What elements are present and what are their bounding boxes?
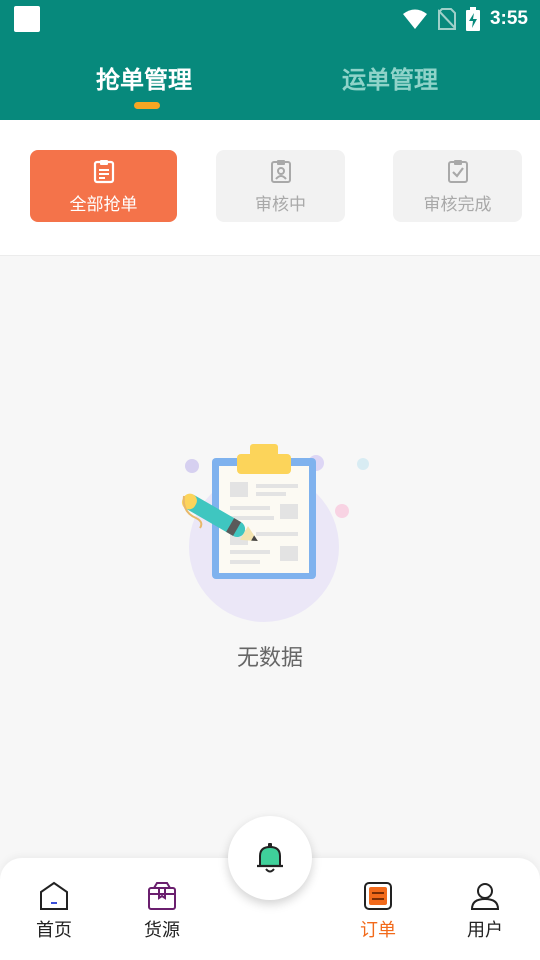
nav-orders[interactable]: 订单 xyxy=(333,880,423,942)
tab-indicator xyxy=(134,102,160,109)
clipboard-pen-illustration xyxy=(181,444,369,622)
nav-user-label: 用户 xyxy=(467,920,503,941)
app-icon xyxy=(14,6,40,32)
nav-goods-label: 货源 xyxy=(144,920,180,941)
bell-icon xyxy=(257,843,283,873)
nav-home[interactable]: 首页 xyxy=(9,880,99,942)
clipboard-user-icon xyxy=(270,159,291,183)
filter-reviewed-label: 审核完成 xyxy=(423,194,492,215)
home-icon xyxy=(40,881,68,910)
filter-reviewing-button[interactable]: 审核中 xyxy=(216,150,345,222)
no-sim-icon xyxy=(437,8,456,30)
status-bar: 3:55 xyxy=(0,0,540,38)
filter-all-label: 全部抢单 xyxy=(69,194,138,215)
filter-all-button[interactable]: 全部抢单 xyxy=(30,150,177,222)
tab-waybills[interactable]: 运单管理 xyxy=(342,60,438,95)
status-time: 3:55 xyxy=(489,8,528,29)
nav-orders-label: 订单 xyxy=(360,920,396,941)
header: 抢单管理 运单管理 xyxy=(0,38,540,120)
clipboard-check-icon xyxy=(447,159,468,183)
nav-home-label: 首页 xyxy=(36,920,72,941)
filter-reviewed-button[interactable]: 审核完成 xyxy=(393,150,522,222)
user-icon xyxy=(470,883,500,910)
filter-reviewing-label: 审核中 xyxy=(255,194,306,215)
empty-message: 无数据 xyxy=(236,646,303,671)
order-icon xyxy=(364,882,392,910)
nav-user[interactable]: 用户 xyxy=(440,880,530,942)
tab-grab-orders[interactable]: 抢单管理 xyxy=(96,60,192,95)
notification-bell-button[interactable] xyxy=(228,816,312,900)
empty-state: 无数据 xyxy=(0,430,540,680)
status-icons: 3:55 xyxy=(402,4,528,34)
package-icon xyxy=(148,882,176,910)
wifi-icon xyxy=(402,9,427,29)
battery-charging-icon xyxy=(465,7,480,31)
clipboard-list-icon xyxy=(93,159,114,183)
filter-bar: 全部抢单 审核中 审核完成 xyxy=(0,120,540,256)
nav-goods[interactable]: 货源 xyxy=(117,880,207,942)
